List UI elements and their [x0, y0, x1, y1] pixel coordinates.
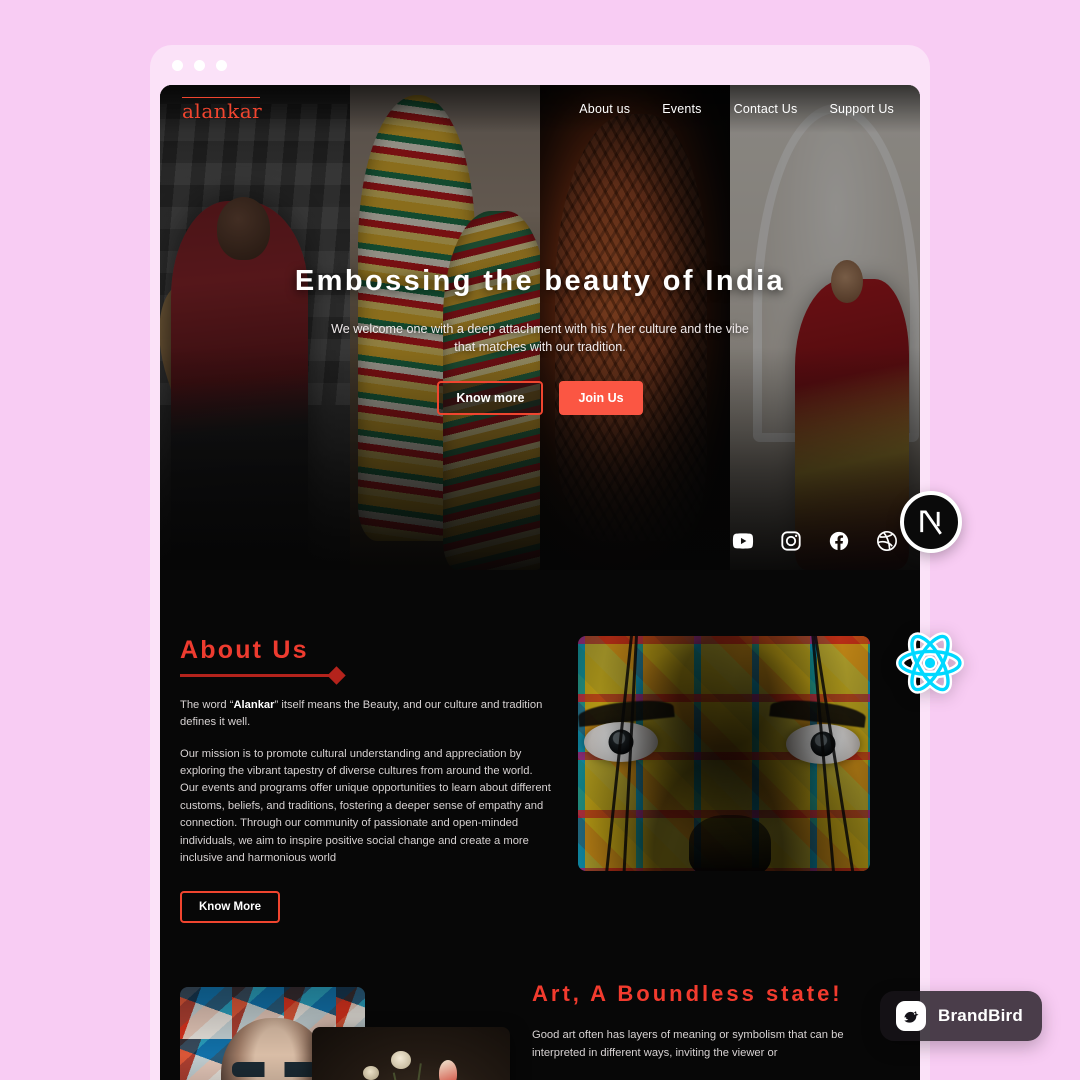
page-viewport: alankar About us Events Contact Us Suppo…: [160, 85, 920, 1080]
about-know-more-button[interactable]: Know More: [180, 891, 280, 924]
join-us-button[interactable]: Join Us: [559, 380, 643, 415]
floral-stem-1: [410, 1063, 422, 1080]
nextjs-logo-icon: [920, 510, 942, 535]
about-text-column: About Us The word “Alankar” itself means…: [180, 636, 552, 924]
hero-section: alankar About us Events Contact Us Suppo…: [160, 85, 920, 570]
hero-buttons: Know more Join Us: [200, 380, 880, 415]
nav-item-events[interactable]: Events: [662, 102, 701, 116]
about-paragraph-1: The word “Alankar” itself means the Beau…: [180, 697, 552, 732]
youtube-icon[interactable]: [732, 530, 754, 552]
floral-stem-2: [392, 1072, 408, 1080]
window-dot-minimize[interactable]: [194, 59, 205, 71]
site-logo[interactable]: alankar: [182, 96, 262, 123]
screenshot-stage: alankar About us Events Contact Us Suppo…: [0, 0, 1080, 1080]
about-paragraph-2: Our mission is to promote cultural under…: [180, 747, 551, 864]
art-text-column: Art, A Boundless state! Good art often h…: [532, 981, 902, 1062]
art-paragraph: Good art often has layers of meaning or …: [532, 1029, 844, 1059]
floral-bloom-white-2: [363, 1066, 380, 1080]
react-logo-icon: [896, 632, 964, 694]
brandbird-bird-icon: [896, 1001, 926, 1031]
nav-links: About us Events Contact Us Support Us: [579, 102, 894, 116]
brandbird-label: BrandBird: [938, 1006, 1023, 1025]
hero-subtitle: We welcome one with a deep attachment wi…: [331, 322, 749, 355]
about-image-column: [578, 636, 900, 923]
facebook-icon[interactable]: [828, 530, 850, 552]
top-navigation: alankar About us Events Contact Us Suppo…: [160, 85, 920, 133]
floral-bloom-white-1: [391, 1051, 412, 1070]
about-heading: About Us: [180, 636, 309, 664]
art-row: Art, A Boundless state! Good art often h…: [160, 981, 920, 1080]
instagram-icon[interactable]: [780, 530, 802, 552]
nav-item-support-us[interactable]: Support Us: [829, 102, 894, 116]
social-links: [732, 530, 898, 552]
art-section: Art, A Boundless state! Good art often h…: [160, 923, 920, 1080]
nav-item-about-us[interactable]: About us: [579, 102, 630, 116]
window-dot-close[interactable]: [172, 59, 183, 71]
browser-titlebar: [150, 45, 930, 85]
about-mural-image: [578, 636, 870, 871]
about-paragraph-1-pre: The word “: [180, 699, 234, 711]
brandbird-badge[interactable]: BrandBird: [880, 991, 1042, 1041]
about-brand-word: Alankar: [233, 699, 275, 711]
hero-title: Embossing the beauty of India: [294, 265, 786, 297]
mural-shading: [578, 636, 870, 871]
floral-bloom-tulip: [438, 1060, 457, 1080]
nav-item-contact-us[interactable]: Contact Us: [734, 102, 798, 116]
window-dot-maximize[interactable]: [216, 59, 227, 71]
browser-window: alankar About us Events Contact Us Suppo…: [150, 45, 930, 1080]
know-more-button[interactable]: Know more: [437, 380, 544, 415]
about-heading-underline: [180, 674, 330, 677]
dribbble-icon[interactable]: [876, 530, 898, 552]
nextjs-logo-sticker: [900, 491, 962, 553]
art-heading: Art, A Boundless state!: [532, 981, 843, 1007]
hero-content: Embossing the beauty of India We welcome…: [160, 265, 920, 415]
react-logo-sticker: [896, 629, 964, 697]
about-section: About Us The word “Alankar” itself means…: [160, 570, 920, 924]
about-inner: About Us The word “Alankar” itself means…: [160, 636, 920, 924]
art-image-floral-still-life: [312, 1027, 510, 1080]
